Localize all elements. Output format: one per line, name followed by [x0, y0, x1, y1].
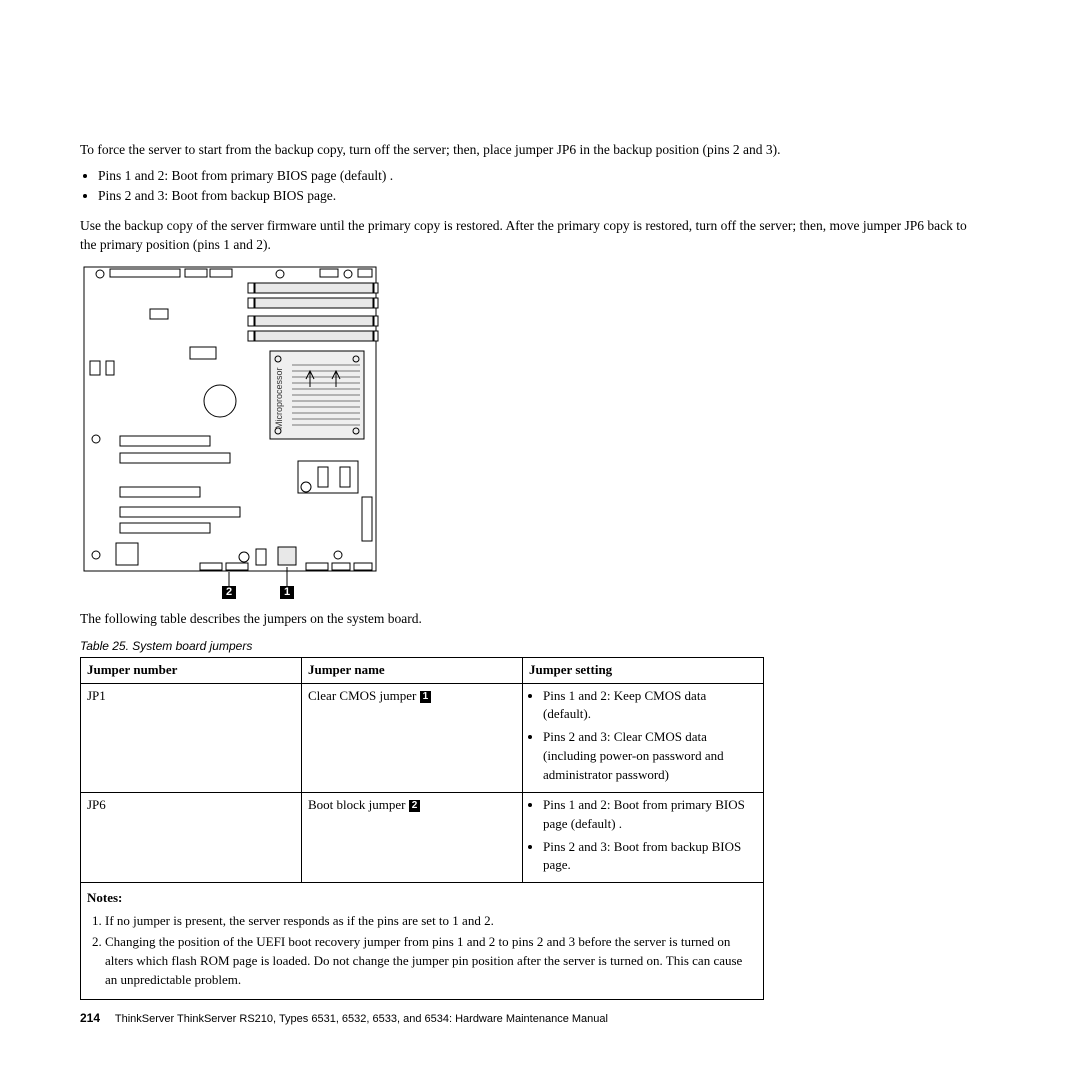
badge-1: 1 — [420, 691, 432, 703]
badge-2: 2 — [409, 800, 421, 812]
notes-box: Notes: If no jumper is present, the serv… — [80, 883, 764, 1000]
table-row: JP6 Boot block jumper 2 Pins 1 and 2: Bo… — [81, 792, 764, 882]
note-1: If no jumper is present, the server resp… — [105, 912, 757, 931]
svg-text:Microprocessor: Microprocessor — [274, 367, 284, 429]
intro-bullets: Pins 1 and 2: Boot from primary BIOS pag… — [80, 166, 985, 206]
cell-jp6-setting: Pins 1 and 2: Boot from primary BIOS pag… — [523, 792, 764, 882]
intro-bullet-2: Pins 2 and 3: Boot from backup BIOS page… — [98, 186, 985, 206]
jp6-setting-b: Pins 2 and 3: Boot from backup BIOS page… — [543, 838, 757, 876]
table-row: JP1 Clear CMOS jumper 1 Pins 1 and 2: Ke… — [81, 683, 764, 792]
callout-1: 1 — [280, 586, 294, 599]
cell-jp6-name: Boot block jumper 2 — [302, 792, 523, 882]
footer-text: ThinkServer ThinkServer RS210, Types 653… — [115, 1013, 608, 1025]
callout-2: 2 — [222, 586, 236, 599]
intro-paragraph-2: Use the backup copy of the server firmwa… — [80, 216, 985, 255]
cell-jp1-setting: Pins 1 and 2: Keep CMOS data (default). … — [523, 683, 764, 792]
page-number: 214 — [80, 1011, 100, 1025]
cell-jp6-number: JP6 — [81, 792, 302, 882]
jumpers-table: Jumper number Jumper name Jumper setting… — [80, 657, 764, 883]
cell-jp1-name-text: Clear CMOS jumper — [308, 688, 420, 703]
jp1-setting-a: Pins 1 and 2: Keep CMOS data (default). — [543, 687, 757, 725]
page-footer: 214 ThinkServer ThinkServer RS210, Types… — [80, 1010, 608, 1028]
th-jumper-number: Jumper number — [81, 657, 302, 683]
cell-jp6-name-text: Boot block jumper — [308, 797, 409, 812]
motherboard-svg: Microprocessor — [80, 261, 380, 601]
cell-jp1-name: Clear CMOS jumper 1 — [302, 683, 523, 792]
notes-heading: Notes: — [87, 890, 122, 905]
note-2: Changing the position of the UEFI boot r… — [105, 933, 757, 990]
table-intro: The following table describes the jumper… — [80, 609, 985, 629]
th-jumper-name: Jumper name — [302, 657, 523, 683]
cell-jp1-number: JP1 — [81, 683, 302, 792]
jp6-setting-a: Pins 1 and 2: Boot from primary BIOS pag… — [543, 796, 757, 834]
intro-bullet-1: Pins 1 and 2: Boot from primary BIOS pag… — [98, 166, 985, 186]
intro-paragraph-1: To force the server to start from the ba… — [80, 140, 985, 160]
th-jumper-setting: Jumper setting — [523, 657, 764, 683]
system-board-diagram: Microprocessor — [80, 261, 380, 601]
jp1-setting-b: Pins 2 and 3: Clear CMOS data (including… — [543, 728, 757, 785]
table-caption: Table 25. System board jumpers — [80, 638, 985, 655]
